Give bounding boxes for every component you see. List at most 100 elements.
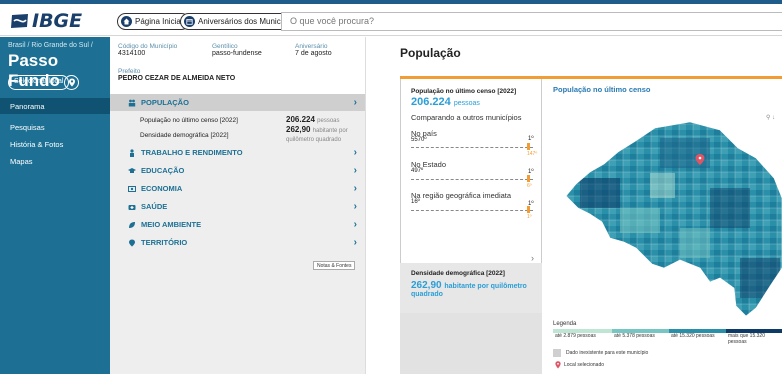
calendar-icon [184, 16, 195, 27]
ranking-marker [527, 206, 530, 213]
population-unit: pessoas [317, 118, 340, 124]
ranking-scale [411, 147, 533, 148]
section-label: SAÚDE [141, 202, 168, 211]
mayor-value: PEDRO CEZAR DE ALMEIDA NETO [118, 75, 236, 82]
territory-icon [129, 239, 135, 246]
section-meio-ambiente[interactable]: MEIO AMBIENTE › [110, 216, 365, 233]
empty-card-area [400, 313, 542, 374]
sidebar: Brasil / Rio Grande do Sul / Passo Fundo… [0, 37, 110, 374]
section-label: ECONOMIA [141, 184, 183, 193]
indicators-panel: POPULAÇÃO › População no último censo [2… [110, 94, 365, 374]
chevron-right-icon: › [353, 97, 357, 108]
location-pin-icon [68, 78, 75, 87]
header: IBGE Página Inicial Aniversários dos Mun… [0, 4, 782, 36]
section-label: POPULAÇÃO [141, 98, 189, 107]
ranking-marker [527, 175, 530, 182]
ranking-position: 1º [527, 214, 532, 220]
selected-location-label: Local selecionado [564, 362, 605, 368]
card-value: 206.224 pessoas [411, 96, 480, 108]
section-label: TRABALHO E RENDIMENTO [141, 148, 243, 157]
ranking-value: 16º [411, 199, 420, 205]
section-label: EDUCAÇÃO [141, 166, 185, 175]
geolocate-button[interactable] [64, 75, 79, 90]
home-icon [121, 16, 132, 27]
sidebar-item-panorama[interactable]: Panorama [0, 98, 110, 114]
ranking-position: 147º [527, 151, 538, 157]
mayor-label: Prefeito [118, 68, 141, 75]
search-input[interactable]: O que você procura? [281, 12, 782, 31]
selected-location-icon [555, 361, 561, 369]
sidebar-item-label: Pesquisas [10, 123, 45, 132]
card-title: População no último censo [2022] [411, 88, 517, 95]
ranking-value: 5570º [411, 137, 427, 143]
section-trabalho[interactable]: TRABALHO E RENDIMENTO › [110, 144, 365, 161]
ranking-title: Na região geográfica imediata [411, 191, 512, 200]
row-label-population: População no último censo [2022] [140, 117, 238, 124]
section-territorio[interactable]: TERRITÓRIO › [110, 234, 365, 251]
section-educacao[interactable]: EDUCAÇÃO › [110, 162, 365, 179]
row-value-population: 206.224 pessoas [286, 115, 340, 124]
compare-title: Comparando a outros municípios [411, 113, 522, 122]
health-icon [128, 204, 136, 210]
chevron-right-icon: › [353, 147, 357, 158]
density-title: Densidade demográfica [2022] [411, 270, 505, 277]
chevron-right-icon[interactable]: › [531, 253, 534, 263]
density-unit-line1: habitante por quilômetro [444, 283, 527, 290]
municipality-info: Código do Município 4314100 Gentílico pa… [110, 37, 365, 94]
sidebar-item-label: História & Fotos [10, 140, 64, 149]
ranking-marker [527, 143, 530, 150]
legend-label: até 2.879 pessoas [555, 333, 596, 339]
section-economia[interactable]: ECONOMIA › [110, 180, 365, 197]
ibge-flag-icon [11, 14, 28, 28]
sidebar-item-label: Panorama [10, 102, 45, 111]
sidebar-item-mapas[interactable]: Mapas [0, 153, 110, 169]
legend-label-cont: pessoas [728, 339, 747, 345]
legend-label: até 5.378 pessoas [614, 333, 655, 339]
home-button-label: Página Inicial [135, 17, 183, 26]
no-data-swatch [553, 349, 561, 357]
ranking-scale [411, 179, 533, 180]
select-location-label: Selecionar local [14, 78, 64, 85]
section-saude[interactable]: SAÚDE › [110, 198, 365, 215]
money-icon [128, 185, 136, 192]
page-title: População [400, 46, 461, 60]
chevron-right-icon: › [353, 237, 357, 248]
chevron-right-icon: › [353, 165, 357, 176]
ibge-logo[interactable]: IBGE [10, 9, 82, 33]
population-value: 206.224 [286, 115, 315, 124]
chevron-right-icon: › [353, 201, 357, 212]
sidebar-item-label: Mapas [10, 157, 33, 166]
anniversary-value: 7 de agosto [295, 50, 332, 57]
sidebar-item-historia[interactable]: História & Fotos [0, 136, 110, 152]
section-populacao[interactable]: POPULAÇÃO › [110, 94, 365, 111]
legend-title: Legenda [553, 321, 577, 327]
no-data-label: Dado inexistente para este município [566, 350, 649, 356]
notes-sources-button[interactable]: Notas & Fontes [313, 261, 356, 270]
home-button[interactable]: Página Inicial [117, 13, 190, 30]
search-placeholder: O que você procura? [290, 16, 375, 26]
code-label: Código do Município [118, 43, 178, 50]
logo-text: IBGE [32, 10, 83, 32]
ranking-position: 6º [527, 183, 532, 189]
ranking-top: 1º [528, 136, 534, 142]
row-label-density: Densidade demográfica [2022] [140, 132, 229, 139]
density-value: 262,90 [286, 125, 311, 134]
ranking-scale [411, 210, 533, 211]
density-number: 262,90 [411, 280, 442, 291]
legend-label: até 15.320 pessoas [671, 333, 715, 339]
density-value-line: 262,90 habitante por quilômetro [411, 280, 527, 291]
notes-label: Notas & Fontes [317, 263, 352, 269]
sidebar-item-pesquisas[interactable]: Pesquisas [0, 119, 110, 135]
leaf-icon [129, 221, 135, 228]
breadcrumb-state[interactable]: Brasil / Rio Grande do Sul / [8, 42, 93, 49]
ranking-value: 497º [411, 168, 424, 174]
gentilico-label: Gentílico [212, 43, 238, 50]
section-label: MEIO AMBIENTE [141, 220, 202, 229]
card-value-unit: pessoas [453, 100, 480, 107]
worker-icon [130, 148, 134, 157]
density-unit-line2: quadrado [411, 291, 443, 298]
card-value-number: 206.224 [411, 96, 451, 108]
column-divider [365, 37, 366, 374]
select-location-button[interactable]: Selecionar local [8, 75, 70, 90]
choropleth-map[interactable] [560, 118, 782, 318]
